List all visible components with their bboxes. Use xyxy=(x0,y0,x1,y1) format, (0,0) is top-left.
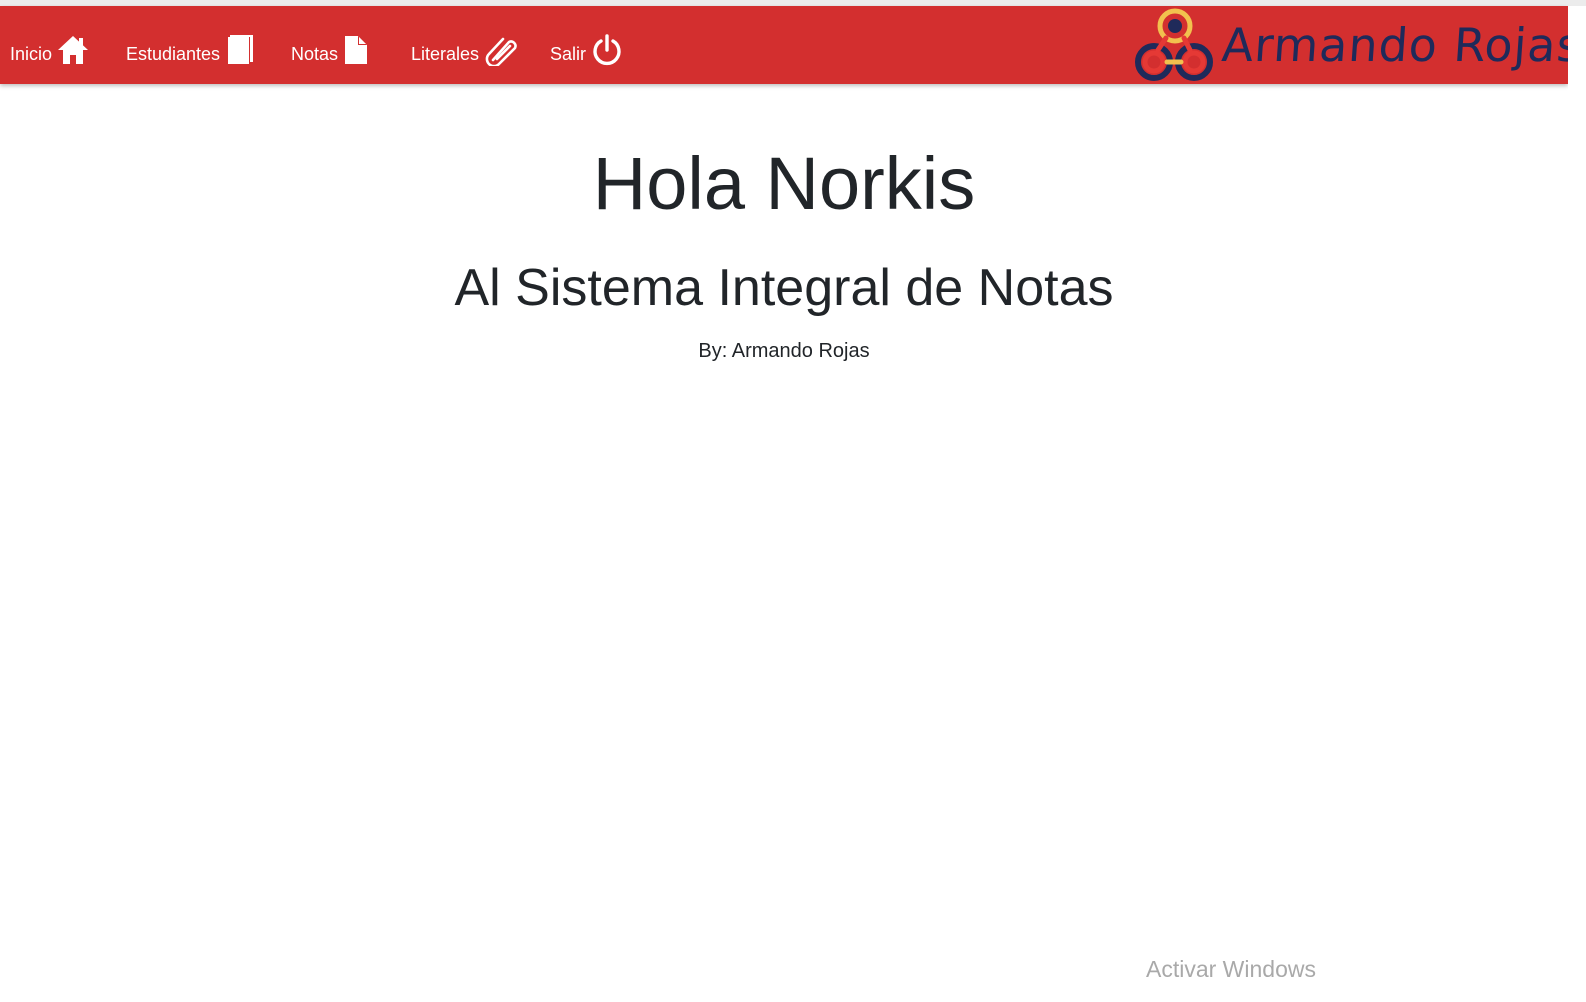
nav-item-inicio[interactable]: Inicio xyxy=(10,26,89,66)
nav-item-label: Salir xyxy=(550,44,587,64)
book-icon xyxy=(225,34,255,66)
nav-item-label: Notas xyxy=(291,44,339,64)
brand-logo-link[interactable]: Armando Rojas xyxy=(1134,6,1584,84)
nav-item-label: Estudiantes xyxy=(126,44,221,64)
brand-name: Armando Rojas xyxy=(1220,18,1584,72)
home-icon xyxy=(57,34,89,66)
author-byline: By: Armando Rojas xyxy=(698,340,870,362)
nav-item-estudiantes[interactable]: Estudiantes xyxy=(126,26,255,66)
paperclip-icon xyxy=(484,34,518,66)
nav-item-label: Inicio xyxy=(10,44,53,64)
file-icon xyxy=(343,34,369,66)
greeting-heading: Hola Norkis xyxy=(592,142,976,225)
windows-activation-watermark: Activar Windows xyxy=(1146,956,1316,982)
nav-item-label: Literales xyxy=(411,44,480,64)
system-subtitle: Al Sistema Integral de Notas xyxy=(454,259,1114,317)
tricircle-logo xyxy=(1134,6,1216,84)
nav-item-literales[interactable]: Literales xyxy=(411,26,518,66)
power-icon xyxy=(591,34,623,66)
nav-item-notas[interactable]: Notas xyxy=(291,26,369,66)
scrollbar-gutter xyxy=(1568,6,1586,1002)
nav-item-salir[interactable]: Salir xyxy=(550,26,623,66)
